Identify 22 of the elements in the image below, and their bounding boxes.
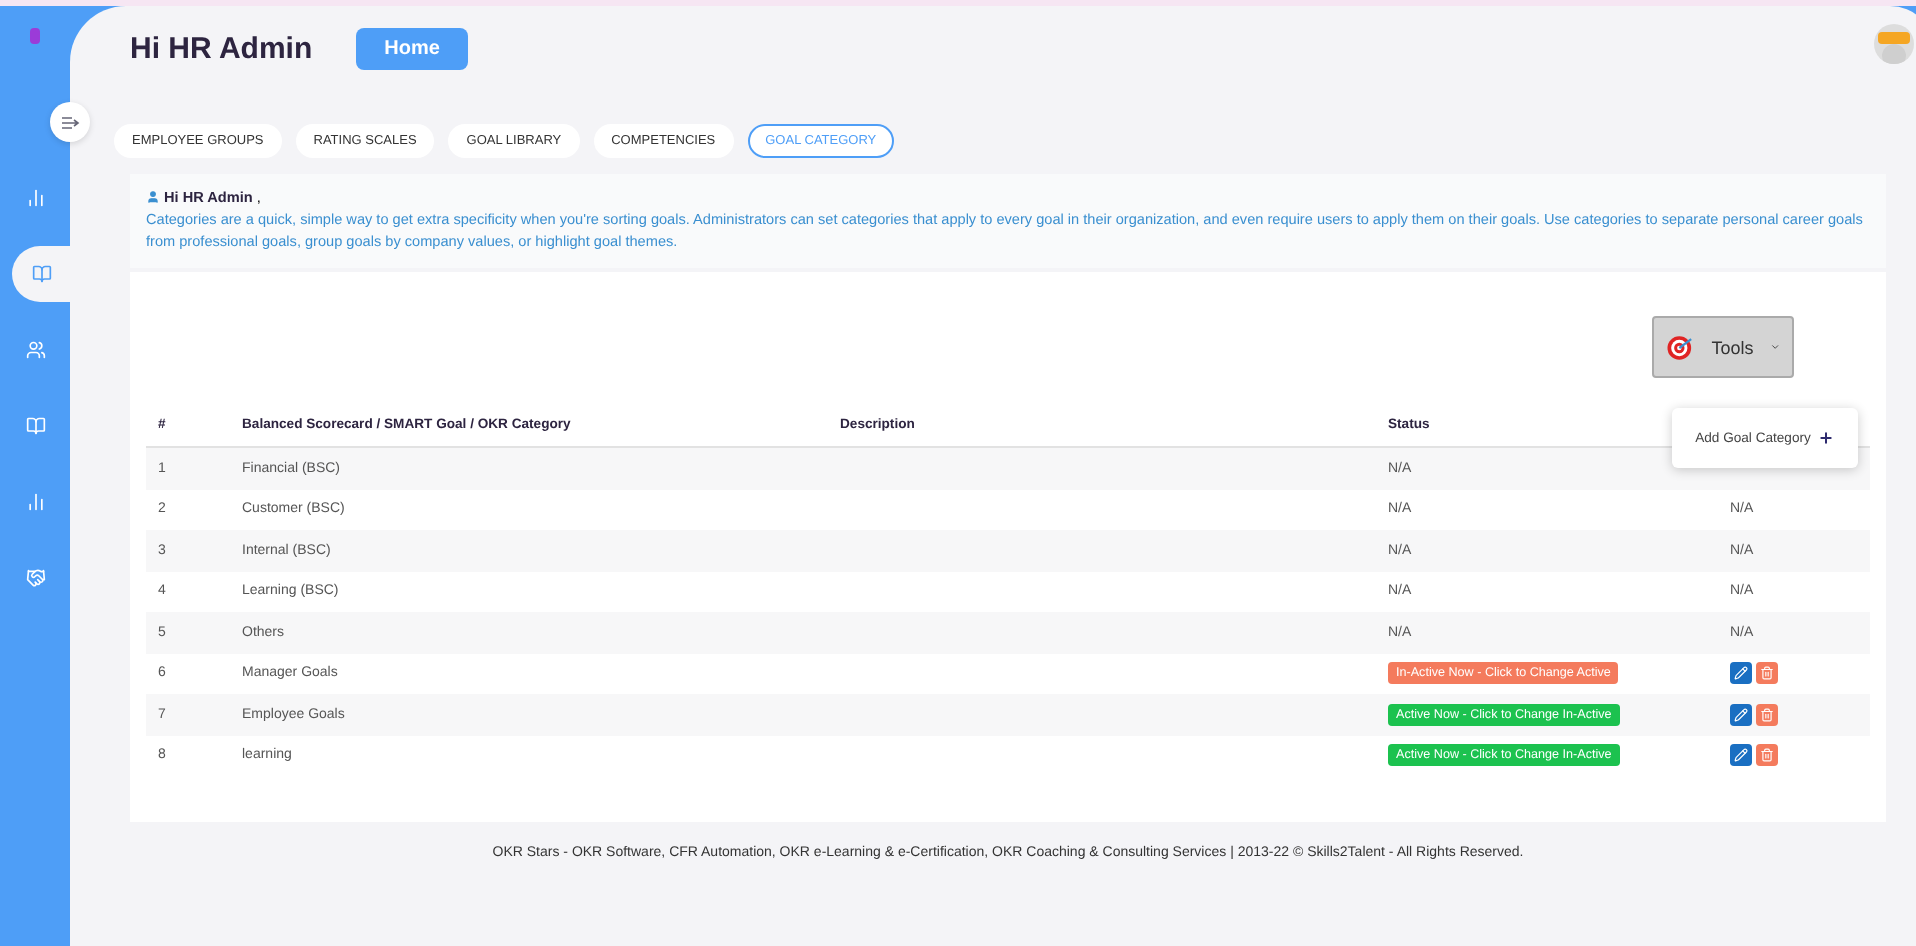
edit-button[interactable] bbox=[1730, 744, 1752, 767]
delete-button[interactable] bbox=[1756, 662, 1778, 685]
menu-icon bbox=[61, 115, 79, 129]
book-icon bbox=[31, 264, 51, 284]
user-icon bbox=[146, 190, 160, 204]
handshake-icon bbox=[25, 568, 45, 588]
chevron-down-icon bbox=[1769, 340, 1780, 354]
users-icon bbox=[25, 340, 45, 360]
avatar[interactable] bbox=[1874, 24, 1914, 64]
chart-icon bbox=[25, 492, 45, 512]
tools-button[interactable]: Tools bbox=[1652, 316, 1794, 378]
plus-icon bbox=[1818, 430, 1835, 446]
sidebar-item[interactable] bbox=[11, 246, 71, 302]
edit-button[interactable] bbox=[1730, 703, 1752, 726]
delete-button[interactable] bbox=[1756, 703, 1778, 726]
logo-icon bbox=[25, 26, 45, 46]
collapse-button[interactable] bbox=[50, 102, 90, 142]
page-title: Hi HR Admin bbox=[130, 31, 313, 65]
book-icon bbox=[25, 416, 45, 436]
edit-button[interactable] bbox=[1730, 662, 1752, 685]
delete-button[interactable] bbox=[1756, 744, 1778, 767]
chart-icon bbox=[25, 188, 45, 208]
